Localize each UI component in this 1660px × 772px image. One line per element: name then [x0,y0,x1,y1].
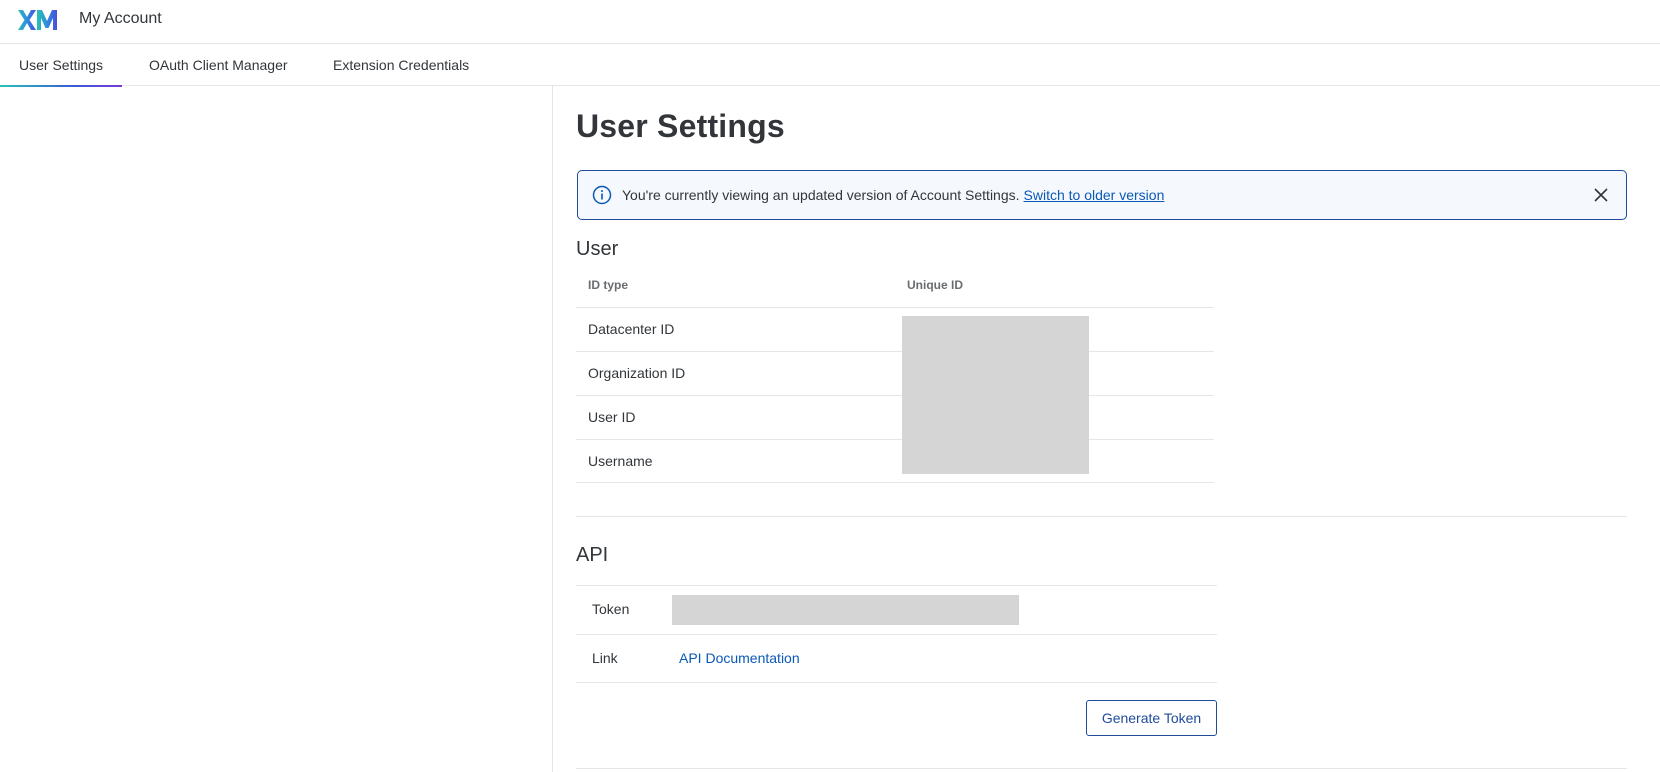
table-row: User ID [576,395,1214,439]
xm-logo[interactable] [18,8,58,32]
redacted-token [672,595,1019,625]
row-label-datacenter-id: Datacenter ID [588,321,675,337]
left-panel [0,86,553,772]
main-content: User Settings You're currently viewing a… [576,86,1628,772]
api-documentation-link[interactable]: API Documentation [679,650,800,666]
tab-bar: User Settings OAuth Client Manager Exten… [0,44,1660,87]
banner-message-line: You're currently viewing an updated vers… [622,187,1164,203]
tab-user-settings[interactable]: User Settings [0,44,123,87]
close-icon[interactable] [1592,186,1610,204]
generate-token-button[interactable]: Generate Token [1086,700,1217,736]
table-row: Organization ID [576,351,1214,395]
section-divider-bottom [576,768,1627,769]
tab-extension-credentials[interactable]: Extension Credentials [314,44,488,86]
top-bar: My Account [0,0,1660,44]
token-label: Token [592,601,630,617]
row-label-user-id: User ID [588,409,636,425]
switch-version-link[interactable]: Switch to older version [1024,187,1165,203]
info-icon [592,185,612,205]
user-section-title: User [576,238,619,260]
tab-oauth-client-manager[interactable]: OAuth Client Manager [130,44,307,86]
column-header-id-type: ID type [588,278,629,292]
link-label: Link [592,650,618,666]
redacted-unique-ids [902,316,1089,474]
row-label-username: Username [588,453,653,469]
banner-message: You're currently viewing an updated vers… [622,187,1020,203]
column-header-unique-id: Unique ID [907,278,963,292]
row-label-organization-id: Organization ID [588,365,686,381]
app-title: My Account [79,10,162,27]
section-divider [576,516,1627,517]
api-link-row: Link API Documentation [576,634,1217,683]
api-section-title: API [576,544,609,566]
page-title: User Settings [576,108,785,144]
table-row: Datacenter ID [576,307,1214,351]
info-banner: You're currently viewing an updated vers… [577,170,1627,220]
api-token-row: Token [576,585,1217,634]
table-row: Username [576,439,1214,483]
